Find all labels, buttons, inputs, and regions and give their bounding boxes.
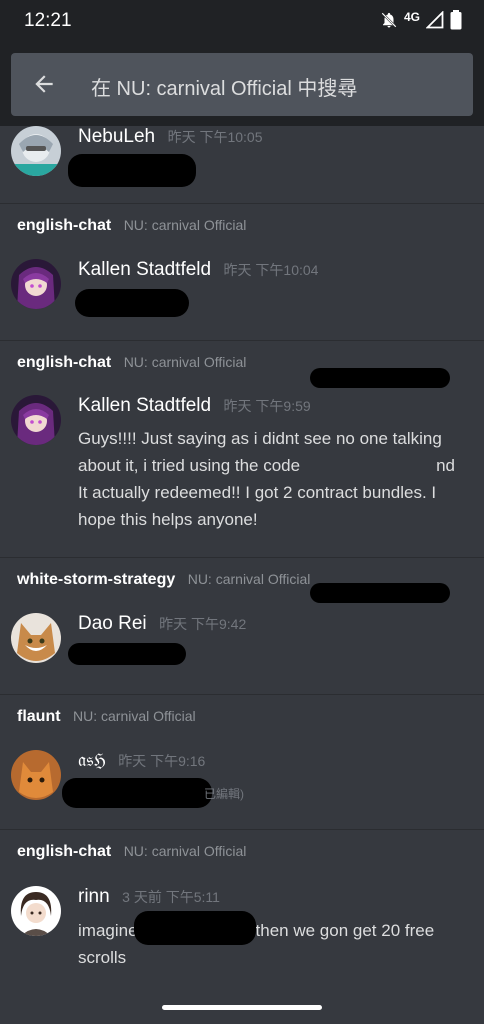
server-name: NU: carnival Official (123, 217, 247, 233)
search-result[interactable]: english-chat NU: carnival Official rinn … (0, 829, 484, 989)
redacted-content (68, 154, 196, 187)
avatar[interactable] (11, 259, 61, 309)
avatar[interactable] (11, 395, 61, 445)
signal-icon (426, 11, 444, 29)
avatar[interactable] (11, 886, 61, 936)
avatar[interactable] (11, 750, 61, 800)
channel-name[interactable]: english-chat (17, 843, 111, 860)
server-name: NU: carnival Official (123, 843, 247, 859)
message-author[interactable]: Dao Rei (78, 613, 147, 634)
search-result[interactable]: english-chat NU: carnival Official Kalle… (0, 203, 484, 340)
message-text-part: imagine (78, 921, 138, 940)
message-timestamp: 昨天 下午9:16 (118, 753, 206, 769)
redacted-content (62, 778, 212, 808)
status-icons: 4G (380, 10, 462, 30)
message-author[interactable]: rinn (78, 886, 110, 907)
search-result[interactable]: NebuLeh 昨天 下午10:05 (0, 126, 484, 202)
edited-tag: 已編輯) (204, 787, 244, 801)
channel-name[interactable]: white-storm-strategy (17, 571, 175, 588)
battery-icon (450, 10, 462, 30)
search-bar[interactable]: 在 NU: carnival Official 中搜尋 (11, 53, 473, 116)
message-content: Guys!!!! Just saying as i didnt see no o… (78, 425, 458, 535)
redacted-content (134, 911, 256, 945)
search-result[interactable]: white-storm-strategy NU: carnival Offici… (0, 557, 484, 694)
message-text-part: Guys!!!! Just saying as i didnt see no o… (78, 429, 442, 475)
back-arrow-icon[interactable] (31, 71, 57, 97)
message-timestamp: 昨天 下午9:42 (159, 616, 247, 632)
avatar[interactable] (11, 613, 61, 663)
redacted-content (68, 643, 186, 665)
server-name: NU: carnival Official (73, 708, 196, 724)
channel-name[interactable]: english-chat (17, 354, 111, 371)
redacted-code (310, 368, 450, 388)
message-timestamp: 3 天前 下午5:11 (122, 889, 220, 905)
notifications-off-icon (381, 12, 397, 28)
status-time: 12:21 (24, 10, 72, 31)
search-result[interactable]: flaunt NU: carnival Official 𝔞𝔰ℌ 昨天 下午9:… (0, 694, 484, 829)
message-author[interactable]: NebuLeh (78, 126, 155, 147)
server-name: NU: carnival Official (123, 354, 247, 370)
message-author[interactable]: Kallen Stadtfeld (78, 259, 211, 280)
search-header: 在 NU: carnival Official 中搜尋 (0, 44, 484, 126)
message-author[interactable]: Kallen Stadtfeld (78, 395, 211, 416)
message-timestamp: 昨天 下午10:04 (223, 262, 319, 278)
status-bar: 12:21 4G (0, 0, 484, 44)
message-timestamp: 昨天 下午10:05 (167, 129, 263, 145)
search-query[interactable]: 在 NU: carnival Official 中搜尋 (91, 72, 357, 101)
server-name: NU: carnival Official (187, 571, 311, 587)
channel-name[interactable]: flaunt (17, 708, 61, 725)
redacted-content (75, 289, 189, 317)
avatar[interactable] (11, 126, 61, 176)
network-type: 4G (403, 10, 420, 24)
home-indicator[interactable] (162, 1005, 322, 1010)
channel-name[interactable]: english-chat (17, 217, 111, 234)
message-timestamp: 昨天 下午9:59 (223, 398, 311, 414)
message-author[interactable]: 𝔞𝔰ℌ (78, 750, 106, 771)
